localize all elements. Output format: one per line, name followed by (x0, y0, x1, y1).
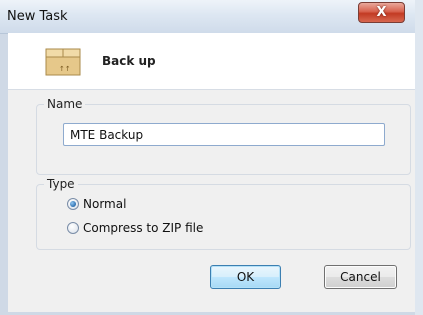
radio-normal-button[interactable] (67, 198, 79, 210)
box-icon: ↑↑ (45, 48, 81, 76)
radio-compress-zip[interactable]: Compress to ZIP file (67, 221, 203, 235)
dialog-body: Name Type Normal Compress to ZIP file OK… (8, 90, 423, 315)
close-icon: X (376, 5, 387, 20)
header-title: Back up (102, 54, 156, 68)
type-group: Type Normal Compress to ZIP file (36, 177, 411, 250)
window-title: New Task (7, 9, 68, 24)
radio-compress-zip-label[interactable]: Compress to ZIP file (83, 221, 203, 235)
ok-button[interactable]: OK (210, 265, 281, 289)
cancel-button[interactable]: Cancel (324, 265, 397, 289)
window-right-border (415, 0, 423, 315)
radio-normal[interactable]: Normal (67, 197, 126, 211)
type-legend: Type (44, 177, 78, 191)
svg-text:↑↑: ↑↑ (59, 65, 71, 73)
radio-normal-label[interactable]: Normal (83, 197, 126, 211)
name-group: Name (36, 97, 411, 175)
task-name-input[interactable] (63, 123, 385, 146)
radio-compress-zip-button[interactable] (67, 222, 79, 234)
radio-selected-dot (70, 201, 76, 207)
close-button[interactable]: X (358, 2, 405, 23)
dialog-header: ↑↑ Back up (8, 33, 423, 90)
name-legend: Name (44, 97, 86, 111)
new-task-dialog: New Task X ↑↑ Back up Name Type Normal (0, 0, 423, 315)
title-bar[interactable]: New Task X (0, 0, 423, 34)
